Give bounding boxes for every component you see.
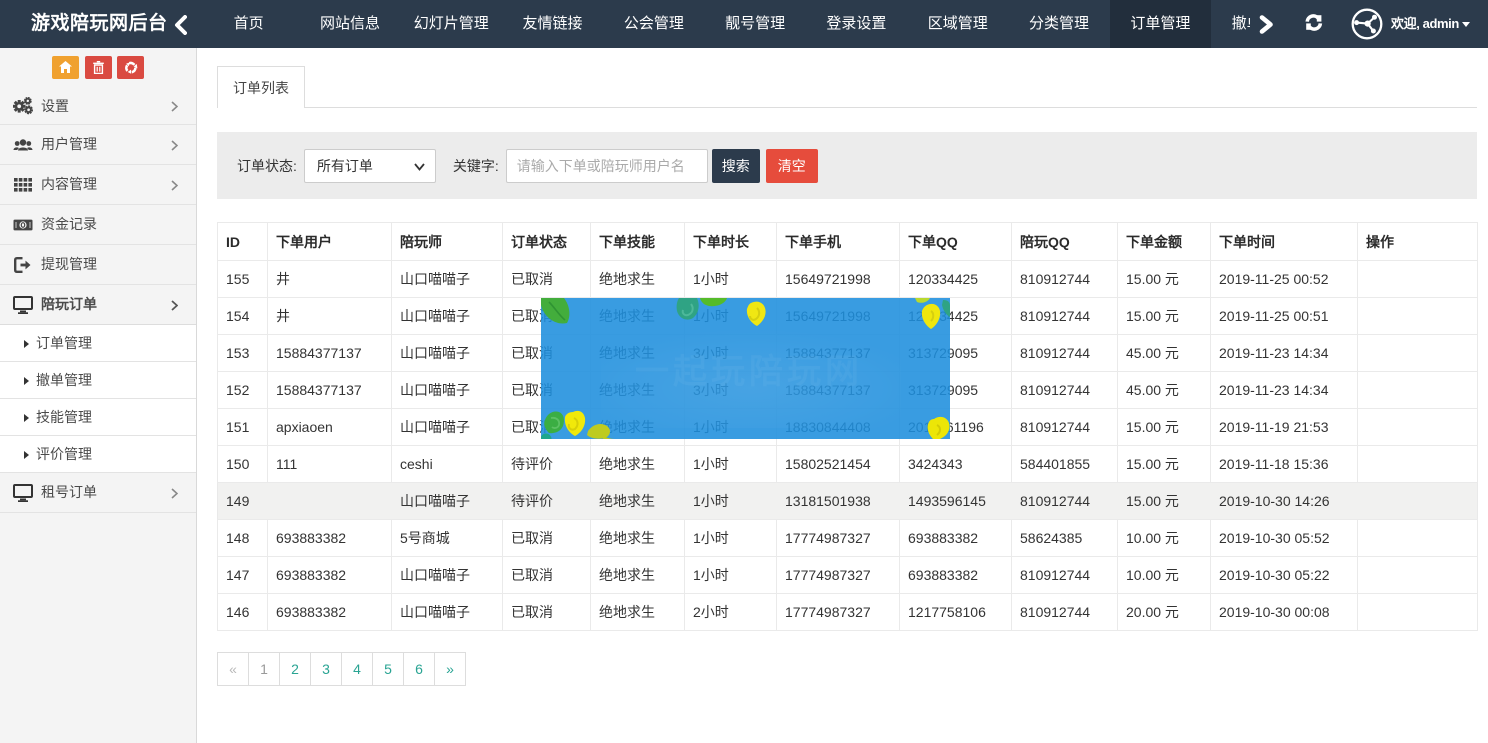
svg-text:一起玩陪玩网: 一起玩陪玩网: [635, 353, 863, 391]
